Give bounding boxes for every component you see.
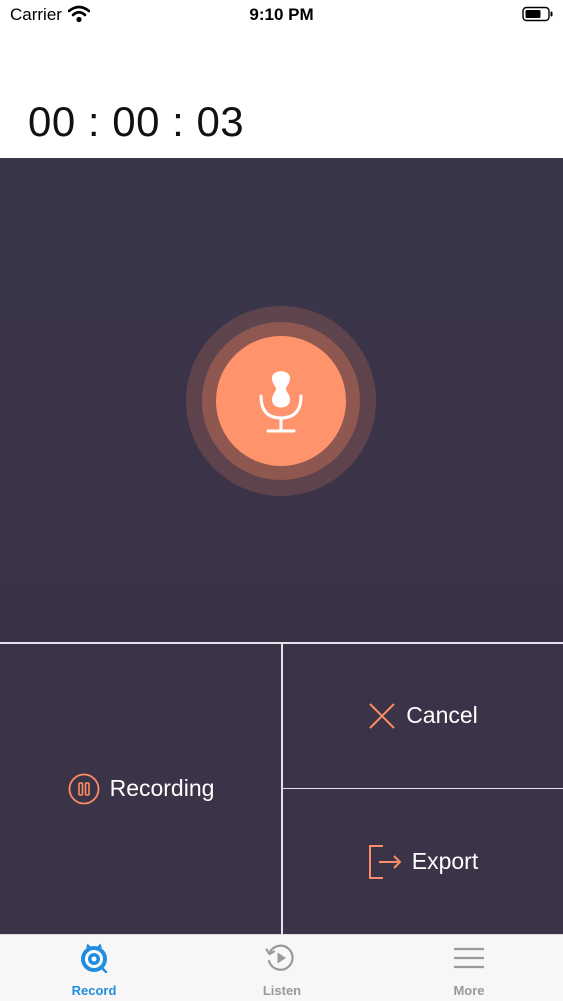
close-icon [369, 702, 395, 729]
cancel-label: Cancel [406, 702, 478, 728]
export-label: Export [411, 848, 479, 874]
mic-button[interactable] [216, 336, 346, 466]
tab-more[interactable]: More [375, 935, 563, 1001]
recording-timer: 00 : 00 : 03 [28, 98, 245, 145]
tab-listen[interactable]: Listen [188, 935, 376, 1001]
recording-panel [0, 158, 563, 643]
tab-more-label: More [453, 983, 485, 998]
record-icon [81, 943, 108, 973]
mic-indicator [186, 306, 376, 496]
pause-icon [68, 773, 99, 804]
tab-bar: Record Listen More [0, 934, 563, 1001]
recording-button[interactable]: Recording [0, 643, 282, 934]
status-bar: Carrier 9:10 PM [0, 0, 563, 30]
cancel-button[interactable]: Cancel [283, 643, 563, 788]
export-icon [368, 844, 402, 879]
tab-record[interactable]: Record [0, 935, 188, 1001]
tab-record-label: Record [71, 983, 117, 998]
clock: 9:10 PM [249, 5, 314, 24]
replay-icon [265, 944, 294, 971]
tab-listen-label: Listen [262, 983, 302, 998]
recording-label: Recording [109, 775, 215, 801]
control-grid: Recording Cancel Export [0, 642, 563, 934]
export-button[interactable]: Export [283, 789, 563, 934]
battery-icon [522, 6, 553, 22]
microphone-icon [259, 371, 303, 433]
menu-icon [454, 947, 484, 969]
